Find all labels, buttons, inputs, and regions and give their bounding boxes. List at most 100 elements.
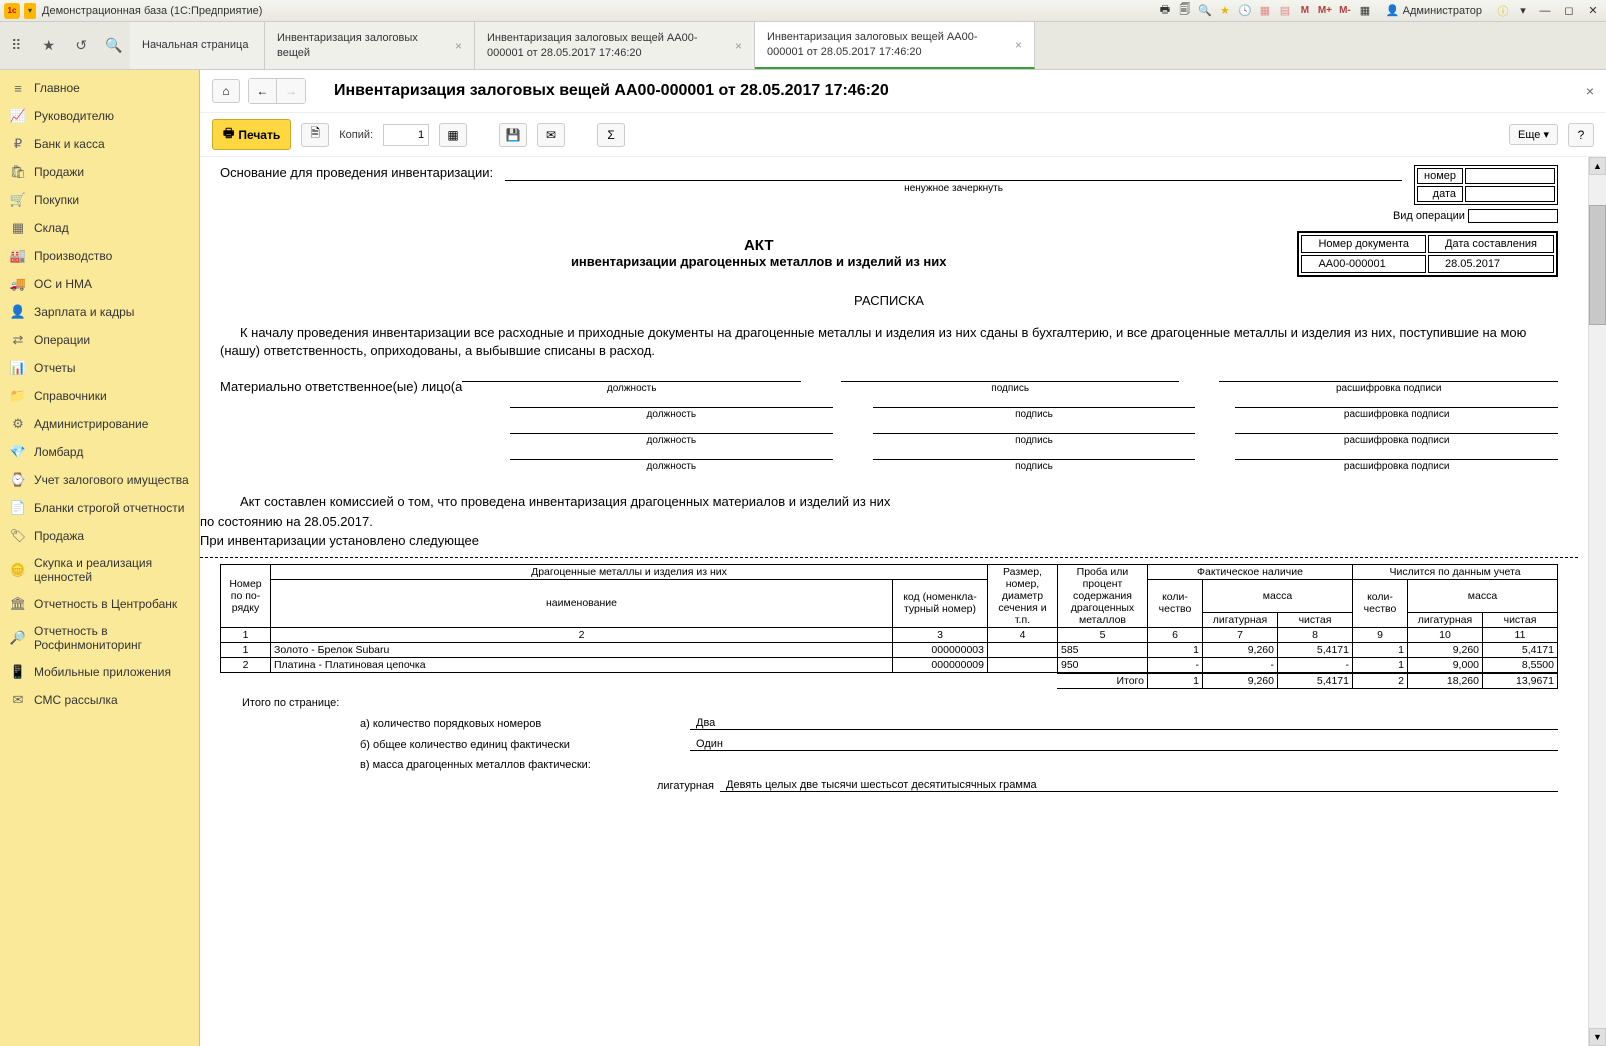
table-row: 2 Платина - Платиновая цепочка 000000009… xyxy=(221,657,1558,673)
star-icon[interactable]: ★ xyxy=(1218,4,1232,18)
scroll-down-button[interactable]: ▼ xyxy=(1589,1028,1606,1046)
search-icon[interactable]: 🔍 xyxy=(104,36,124,56)
page-title: Инвентаризация залоговых вещей АА00-0000… xyxy=(334,82,1578,100)
sidebar-item-cb-report[interactable]: 🏛Отчетность в Центробанк xyxy=(0,590,199,618)
cell: 5,4171 xyxy=(1483,642,1558,657)
sidebar-item-label: Учет залогового имущества xyxy=(34,473,189,487)
user-menu[interactable]: 👤 Администратор xyxy=(1386,4,1482,17)
settings-button[interactable]: ▦ xyxy=(439,123,467,147)
home-button[interactable]: ⌂ xyxy=(212,79,240,103)
forward-button[interactable]: → xyxy=(277,79,305,103)
app-menu-dropdown[interactable]: ▾ xyxy=(24,3,36,19)
maximize-button[interactable]: ◻ xyxy=(1560,4,1578,18)
vertical-scrollbar[interactable]: ▲ ▼ xyxy=(1588,157,1606,1046)
sidebar-item-operations[interactable]: ⇄Операции xyxy=(0,326,199,354)
favorite-icon[interactable]: ★ xyxy=(39,36,59,56)
watch-icon: ⌚ xyxy=(10,472,26,488)
print-button[interactable]: 🖶 Печать xyxy=(212,119,291,150)
cell: - xyxy=(1147,657,1202,673)
sidebar-item-warehouse[interactable]: ▦Склад xyxy=(0,214,199,242)
sidebar-item-manager[interactable]: 📈Руководителю xyxy=(0,102,199,130)
sidebar-item-label: ОС и НМА xyxy=(34,277,92,291)
email-button[interactable]: ✉ xyxy=(537,123,565,147)
sidebar-item-reports[interactable]: 📊 Отчеты xyxy=(0,354,199,382)
tab-close-icon[interactable]: × xyxy=(1015,38,1022,52)
m-minus-button[interactable]: M- xyxy=(1338,4,1352,18)
sidebar-item-sale[interactable]: 🏷Продажа xyxy=(0,522,199,550)
toolbar-icon-2[interactable]: 🗐 xyxy=(1178,4,1192,18)
minimize-button[interactable]: — xyxy=(1536,4,1554,18)
tab-close-icon[interactable]: × xyxy=(455,39,462,53)
sidebar-item-label: Производство xyxy=(34,249,112,263)
close-button[interactable]: ✕ xyxy=(1584,4,1602,18)
pt-c-label: в) масса драгоценных металлов фактически… xyxy=(360,759,690,771)
scroll-thumb[interactable] xyxy=(1589,205,1606,325)
sidebar-item-hr[interactable]: 👤Зарплата и кадры xyxy=(0,298,199,326)
tab-inventory-list[interactable]: Инвентаризация залоговых вещей × xyxy=(265,22,475,69)
tab-inventory-doc-bg[interactable]: Инвентаризация залоговых вещей АА00-0000… xyxy=(475,22,755,69)
sidebar-item-assets[interactable]: 🚚 ОС и НМА xyxy=(0,270,199,298)
tab-inventory-doc-active[interactable]: Инвентаризация залоговых вещей АА00-0000… xyxy=(755,22,1035,69)
truck-icon: 🚚 xyxy=(10,276,26,292)
colnum: 11 xyxy=(1483,627,1558,642)
sig-decode-cap: расшифровка подписи xyxy=(1219,383,1558,394)
sidebar-item-buying[interactable]: 🪙Скупка и реализация ценностей xyxy=(0,550,199,590)
tab-close-icon[interactable]: × xyxy=(735,39,742,53)
sidebar-item-label: СМС рассылка xyxy=(34,693,118,707)
scroll-up-button[interactable]: ▲ xyxy=(1589,157,1606,175)
th-num: Номер по по-рядку xyxy=(221,564,271,627)
preview-button[interactable]: 🗎 xyxy=(301,123,329,147)
tab-home[interactable]: Начальная страница xyxy=(130,22,265,69)
page-close-button[interactable]: × xyxy=(1586,83,1594,99)
cell: 1 xyxy=(1147,642,1202,657)
sidebar-item-production[interactable]: 🏭Производство xyxy=(0,242,199,270)
sidebar-item-pawnshop[interactable]: 💎Ломбард xyxy=(0,438,199,466)
toolbar-icon-1[interactable]: 🖶 xyxy=(1158,4,1172,18)
sidebar-item-dictionaries[interactable]: 📁Справочники xyxy=(0,382,199,410)
calc-icon[interactable]: ▤ xyxy=(1278,4,1292,18)
m-button[interactable]: M xyxy=(1298,4,1312,18)
print-label: Печать xyxy=(238,128,280,142)
colnum: 8 xyxy=(1277,627,1352,642)
sidebar-item-main[interactable]: ≡Главное xyxy=(0,74,199,102)
m-plus-button[interactable]: M+ xyxy=(1318,4,1332,18)
bars-icon: 📊 xyxy=(10,360,26,376)
search2-icon: 🔎 xyxy=(10,630,26,646)
cell: - xyxy=(1277,657,1352,673)
colnum: 3 xyxy=(892,627,987,642)
sidebar-item-label: Отчеты xyxy=(34,361,75,375)
sidebar-item-purchases[interactable]: 🛒Покупки xyxy=(0,186,199,214)
grid-icon[interactable]: ▦ xyxy=(1358,4,1372,18)
copies-input[interactable] xyxy=(383,124,429,146)
sidebar-item-pledge[interactable]: ⌚ Учет залогового имущества xyxy=(0,466,199,494)
sidebar-item-bank[interactable]: ₽Банк и касса xyxy=(0,130,199,158)
apps-icon[interactable]: ⠿ xyxy=(6,36,26,56)
sidebar-item-admin[interactable]: ⚙Администрирование xyxy=(0,410,199,438)
back-button[interactable]: ← xyxy=(249,79,277,103)
info-icon[interactable]: ⓘ xyxy=(1496,4,1510,18)
sidebar-item-label: Банк и касса xyxy=(34,137,105,151)
th-actual: Фактическое наличие xyxy=(1147,564,1352,579)
sidebar-item-forms[interactable]: 📄Бланки строгой отчетности xyxy=(0,494,199,522)
as-of-text: по состоянию на 28.05.2017. xyxy=(200,514,373,529)
calendar-icon[interactable]: ▦ xyxy=(1258,4,1272,18)
side-number-label: номер xyxy=(1417,168,1463,184)
sum-button[interactable]: Σ xyxy=(597,123,625,147)
cell: 5,4171 xyxy=(1277,642,1352,657)
toolbar-icon-3[interactable]: 🔍 xyxy=(1198,4,1212,18)
more-button[interactable]: Еще ▾ xyxy=(1509,124,1558,145)
sidebar-item-rfm-report[interactable]: 🔎Отчетность в Росфинмониторинг xyxy=(0,618,199,658)
sidebar-item-sms[interactable]: ✉СМС рассылка xyxy=(0,686,199,714)
save-button[interactable]: 💾 xyxy=(499,123,527,147)
clock-icon[interactable]: 🕓 xyxy=(1238,4,1252,18)
table-total-row: Итого 1 9,260 5,4171 2 18,260 13,9671 xyxy=(221,673,1558,689)
dropdown-icon[interactable]: ▾ xyxy=(1516,4,1530,18)
tab-bar: ⠿ ★ ↺ 🔍 Начальная страница Инвентаризаци… xyxy=(0,22,1606,70)
history-icon[interactable]: ↺ xyxy=(71,36,91,56)
sidebar-item-mobile[interactable]: 📱Мобильные приложения xyxy=(0,658,199,686)
sidebar-item-sales[interactable]: 🛍Продажи xyxy=(0,158,199,186)
cell: 18,260 xyxy=(1408,673,1483,689)
tab-label: Инвентаризация залоговых вещей АА00-0000… xyxy=(487,31,729,60)
help-button[interactable]: ? xyxy=(1568,123,1594,147)
sig-position-cap: должность xyxy=(510,409,833,420)
